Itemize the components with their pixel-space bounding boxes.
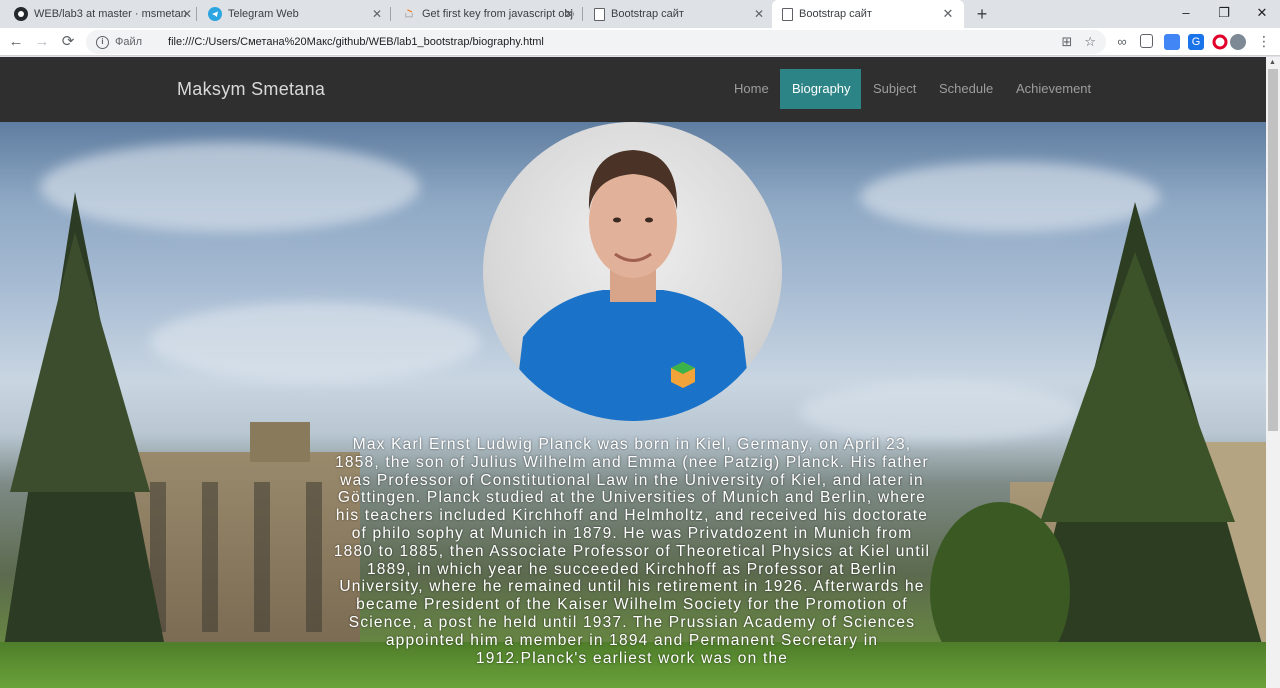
browser-toolbar: ← → ⟳ i Файл file:///C:/Users/Сметана%20… <box>0 28 1280 56</box>
scroll-up-arrow-icon[interactable]: ▲ <box>1269 59 1276 66</box>
close-window-button[interactable]: ✕ <box>1240 0 1280 28</box>
document-icon <box>594 7 605 21</box>
browser-tab-2[interactable]: Telegram Web <box>198 0 388 28</box>
url-text[interactable]: file:///C:/Users/Сметана%20Макс/github/W… <box>168 36 544 48</box>
nav-achievement[interactable]: Achievement <box>1004 69 1103 109</box>
github-icon <box>14 7 28 21</box>
pine-tree-left <box>0 192 170 672</box>
site-brand[interactable]: Maksym Smetana <box>177 79 325 100</box>
tab-separator <box>390 7 391 21</box>
close-tab-icon[interactable]: ✕ <box>562 7 576 21</box>
translate-icon[interactable]: ⊞ <box>1061 34 1072 50</box>
info-icon[interactable]: i <box>96 35 109 49</box>
telegram-icon <box>208 7 222 21</box>
clipboard-extension-icon[interactable] <box>1140 34 1153 48</box>
scrollbar-thumb[interactable] <box>1268 69 1278 431</box>
nav-home[interactable]: Home <box>722 69 781 109</box>
forward-button[interactable]: → <box>32 32 52 52</box>
nav-subject[interactable]: Subject <box>861 69 928 109</box>
nav-schedule[interactable]: Schedule <box>927 69 1005 109</box>
tab-separator <box>582 7 583 21</box>
google-translate-icon[interactable]: G <box>1188 34 1204 50</box>
reload-button[interactable]: ⟳ <box>58 32 78 52</box>
stackoverflow-icon <box>402 7 416 21</box>
browser-tab-5-active[interactable]: Bootstrap сайт ✕ <box>772 0 964 28</box>
browser-tab-4[interactable]: Bootstrap сайт <box>584 0 770 28</box>
close-tab-icon[interactable]: ✕ <box>370 7 384 21</box>
tab-title: Telegram Web <box>228 8 299 20</box>
tab-title: Get first key from javascript obje <box>422 8 574 20</box>
chrome-extension-icon[interactable] <box>1164 34 1180 50</box>
document-icon <box>782 7 793 21</box>
bookmark-star-icon[interactable]: ☆ <box>1084 34 1096 50</box>
new-tab-button[interactable]: + <box>972 4 992 24</box>
tab-separator <box>196 7 197 21</box>
tab-title: WEB/lab3 at master · msmetana/ <box>34 8 186 20</box>
back-button[interactable]: ← <box>6 32 26 52</box>
page-scrollbar[interactable]: ▲ <box>1266 57 1280 688</box>
close-tab-icon[interactable]: ✕ <box>180 7 194 21</box>
opera-icon[interactable] <box>1212 34 1228 50</box>
nav-biography[interactable]: Biography <box>780 69 861 109</box>
link-extension-icon[interactable]: ∞ <box>1114 34 1130 50</box>
close-tab-icon[interactable]: ✕ <box>752 7 766 21</box>
profile-photo <box>483 122 782 421</box>
address-bar[interactable]: i Файл file:///C:/Users/Сметана%20Макс/g… <box>86 30 1106 54</box>
scheme-label: Файл <box>115 36 143 48</box>
profile-avatar-icon[interactable] <box>1230 34 1246 50</box>
hero-background: Max Karl Ernst Ludwig Planck was born in… <box>0 122 1266 688</box>
tab-title: Bootstrap сайт <box>799 8 872 20</box>
browser-tab-3[interactable]: Get first key from javascript obje <box>392 0 582 28</box>
site-navbar: Maksym Smetana Home Biography Subject Sc… <box>0 57 1266 122</box>
close-tab-icon[interactable]: ✕ <box>940 6 956 22</box>
menu-kebab-icon[interactable]: ⋮ <box>1256 34 1272 50</box>
biography-text: Max Karl Ernst Ludwig Planck was born in… <box>333 436 931 667</box>
browser-tab-1[interactable]: WEB/lab3 at master · msmetana/ <box>4 0 194 28</box>
tab-title: Bootstrap сайт <box>611 8 684 20</box>
page-viewport: Maksym Smetana Home Biography Subject Sc… <box>0 57 1266 688</box>
browser-tab-strip: WEB/lab3 at master · msmetana/ ✕ Telegra… <box>0 0 1280 28</box>
